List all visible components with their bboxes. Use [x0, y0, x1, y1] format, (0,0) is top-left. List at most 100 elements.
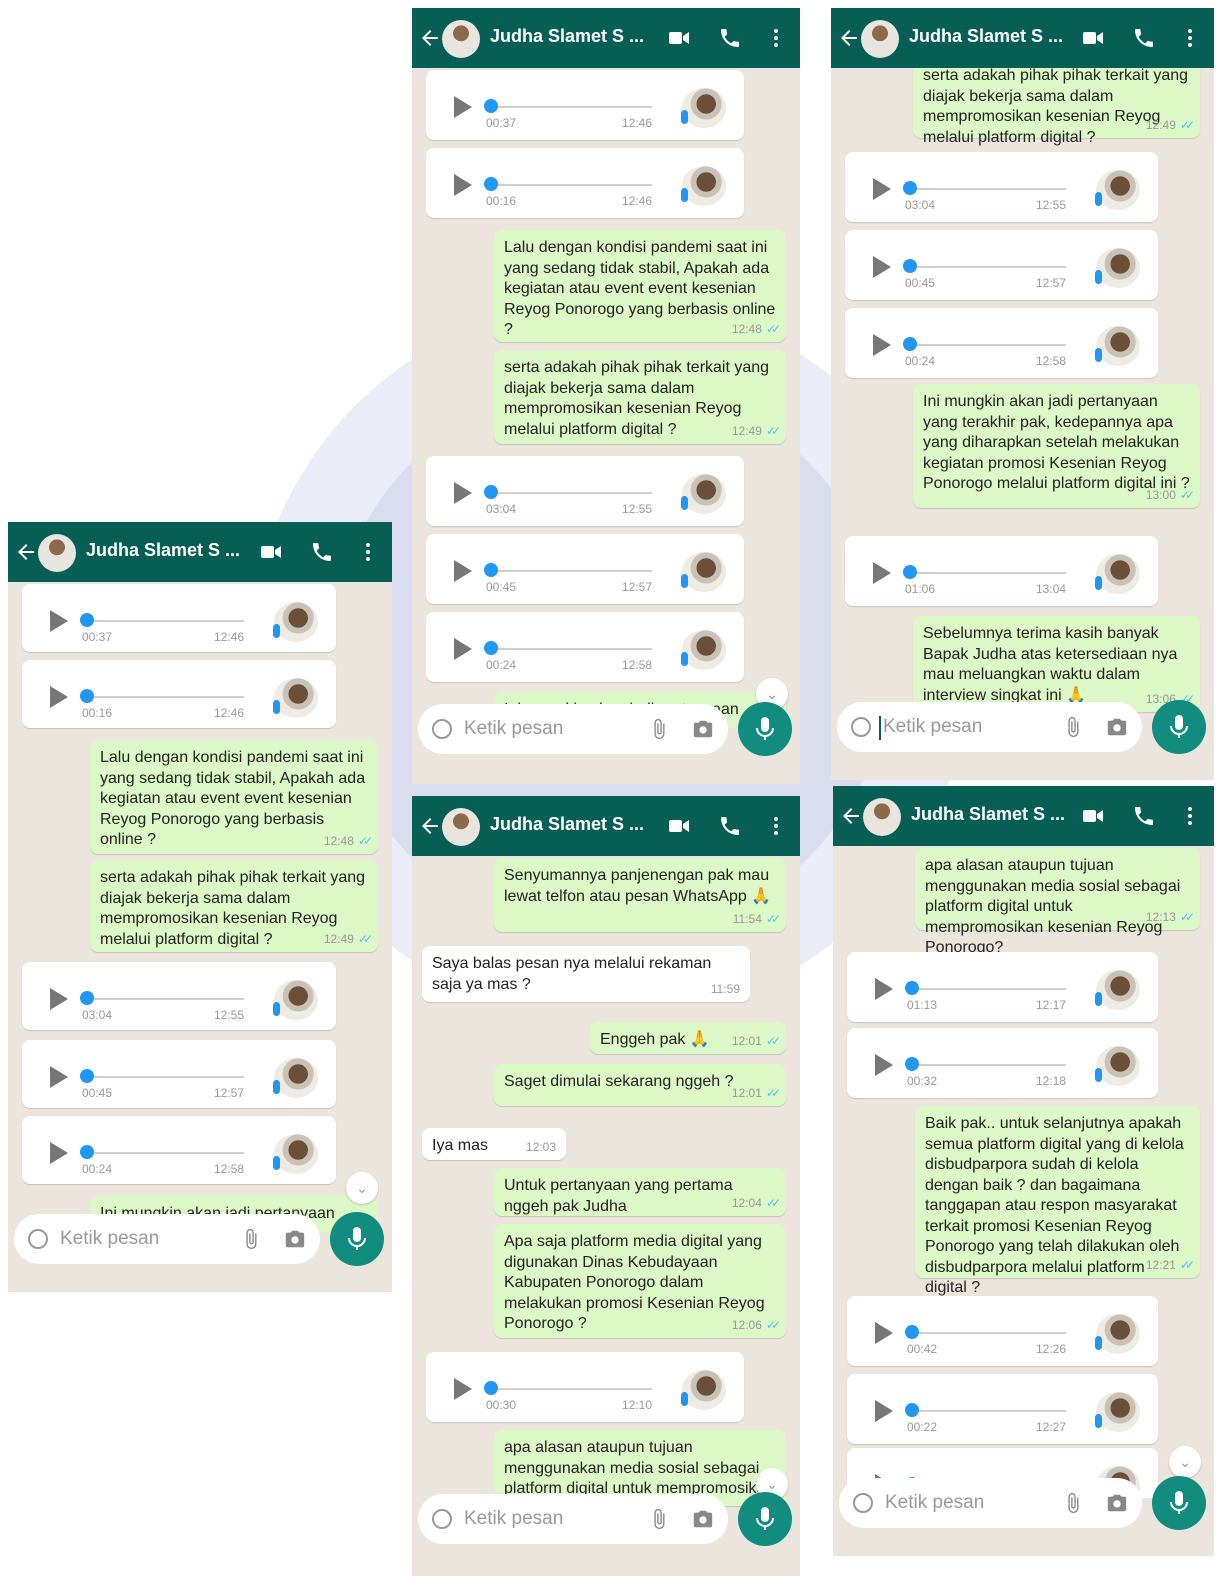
audio-seek-handle[interactable] — [484, 1381, 498, 1395]
attach-icon[interactable] — [648, 1508, 670, 1535]
outgoing-message[interactable]: serta adakah pihak pihak terkait yang di… — [913, 68, 1200, 146]
incoming-message[interactable]: Saya balas pesan nya melalui rekaman saj… — [422, 946, 750, 1002]
audio-track[interactable] — [491, 106, 652, 108]
audio-track[interactable] — [912, 1064, 1066, 1066]
contact-name[interactable]: Judha Slamet S ... — [490, 814, 644, 835]
play-icon[interactable] — [873, 334, 891, 356]
audio-track[interactable] — [491, 1388, 652, 1390]
play-icon[interactable] — [50, 610, 68, 632]
voice-record-button[interactable] — [738, 702, 792, 756]
message-input-placeholder[interactable]: Ketik pesan — [885, 1492, 984, 1514]
outgoing-message[interactable]: Saget dimulai sekarang nggeh ? 12:01 ✓✓ — [494, 1064, 786, 1106]
audio-track[interactable] — [87, 696, 244, 698]
contact-avatar[interactable] — [863, 798, 901, 836]
audio-seek-handle[interactable] — [80, 689, 94, 703]
audio-track[interactable] — [910, 344, 1066, 346]
audio-seek-handle[interactable] — [903, 565, 917, 579]
audio-track[interactable] — [912, 988, 1066, 990]
play-icon[interactable] — [454, 96, 472, 118]
voice-record-button[interactable] — [330, 1212, 384, 1266]
play-icon[interactable] — [873, 178, 891, 200]
audio-seek-handle[interactable] — [905, 981, 919, 995]
more-vert-icon[interactable] — [1178, 26, 1202, 55]
video-call-icon[interactable] — [1080, 26, 1106, 55]
message-input-bar[interactable]: Ketik pesan — [14, 1214, 320, 1264]
message-input-bar[interactable]: Ketik pesan — [837, 702, 1142, 752]
message-input-placeholder[interactable]: Ketik pesan — [883, 716, 982, 738]
audio-track[interactable] — [87, 620, 244, 622]
camera-icon[interactable] — [284, 1228, 306, 1255]
play-icon[interactable] — [454, 638, 472, 660]
camera-icon[interactable] — [692, 1508, 714, 1535]
outgoing-message[interactable]: Enggeh pak 🙏 12:01 ✓✓ — [590, 1022, 786, 1054]
play-icon[interactable] — [875, 1054, 893, 1076]
chevron-down-icon[interactable]: ⌄ — [346, 1172, 378, 1204]
video-call-icon[interactable] — [666, 26, 692, 55]
attach-icon[interactable] — [240, 1228, 262, 1255]
outgoing-message[interactable]: Sebelumnya terima kasih banyak Bapak Jud… — [913, 616, 1200, 712]
audio-track[interactable] — [491, 648, 652, 650]
audio-seek-handle[interactable] — [80, 1145, 94, 1159]
more-vert-icon[interactable] — [764, 814, 788, 843]
audio-track[interactable] — [87, 998, 244, 1000]
audio-seek-handle[interactable] — [484, 99, 498, 113]
play-icon[interactable] — [454, 1378, 472, 1400]
play-icon[interactable] — [875, 1322, 893, 1344]
more-vert-icon[interactable] — [764, 26, 788, 55]
message-input-placeholder[interactable]: Ketik pesan — [60, 1228, 159, 1250]
audio-seek-handle[interactable] — [903, 181, 917, 195]
audio-track[interactable] — [491, 570, 652, 572]
emoji-icon[interactable] — [851, 717, 871, 737]
play-icon[interactable] — [50, 686, 68, 708]
outgoing-message[interactable]: serta adakah pihak pihak terkait yang di… — [494, 350, 786, 444]
attach-icon[interactable] — [1062, 1492, 1084, 1519]
outgoing-message[interactable]: Ini mungkin akan jadi pertanyaan yang te… — [913, 384, 1200, 508]
message-input-bar[interactable]: Ketik pesan — [839, 1478, 1142, 1528]
phone-icon[interactable] — [310, 540, 334, 569]
camera-icon[interactable] — [1106, 1492, 1128, 1519]
audio-seek-handle[interactable] — [484, 641, 498, 655]
emoji-icon[interactable] — [853, 1493, 873, 1513]
back-arrow-icon[interactable] — [837, 26, 861, 55]
back-arrow-icon[interactable] — [839, 804, 863, 833]
outgoing-message[interactable]: Lalu dengan kondisi pandemi saat ini yan… — [494, 230, 786, 342]
outgoing-message[interactable]: apa alasan ataupun tujuan menggunakan me… — [915, 848, 1200, 956]
phone-icon[interactable] — [1132, 26, 1156, 55]
camera-icon[interactable] — [692, 718, 714, 745]
audio-seek-handle[interactable] — [484, 563, 498, 577]
contact-avatar[interactable] — [861, 20, 899, 58]
play-icon[interactable] — [454, 560, 472, 582]
video-call-icon[interactable] — [666, 814, 692, 843]
incoming-message[interactable]: Iya mas 12:03 — [422, 1128, 566, 1160]
message-input-placeholder[interactable]: Ketik pesan — [464, 1508, 563, 1530]
audio-seek-handle[interactable] — [903, 337, 917, 351]
outgoing-message[interactable]: Lalu dengan kondisi pandemi saat ini yan… — [90, 740, 378, 854]
audio-seek-handle[interactable] — [905, 1057, 919, 1071]
play-icon[interactable] — [454, 174, 472, 196]
more-vert-icon[interactable] — [1178, 804, 1202, 833]
message-input-bar[interactable]: Ketik pesan — [418, 704, 728, 754]
emoji-icon[interactable] — [432, 719, 452, 739]
more-vert-icon[interactable] — [356, 540, 380, 569]
audio-track[interactable] — [491, 184, 652, 186]
play-icon[interactable] — [873, 256, 891, 278]
audio-track[interactable] — [87, 1152, 244, 1154]
audio-seek-handle[interactable] — [80, 613, 94, 627]
voice-record-button[interactable] — [1152, 700, 1206, 754]
outgoing-message[interactable]: serta adakah pihak pihak terkait yang di… — [90, 860, 378, 952]
contact-avatar[interactable] — [38, 534, 76, 572]
voice-record-button[interactable] — [1152, 1476, 1206, 1530]
contact-name[interactable]: Judha Slamet S ... — [911, 804, 1065, 825]
audio-track[interactable] — [87, 1076, 244, 1078]
play-icon[interactable] — [454, 482, 472, 504]
contact-name[interactable]: Judha Slamet S ... — [86, 540, 240, 561]
audio-track[interactable] — [910, 266, 1066, 268]
back-arrow-icon[interactable] — [418, 26, 442, 55]
video-call-icon[interactable] — [258, 540, 284, 569]
audio-seek-handle[interactable] — [80, 991, 94, 1005]
audio-seek-handle[interactable] — [484, 485, 498, 499]
back-arrow-icon[interactable] — [418, 814, 442, 843]
chevron-down-icon[interactable]: ⌄ — [1169, 1446, 1201, 1478]
outgoing-message[interactable]: Senyumannya panjenengan pak mau lewat te… — [494, 858, 786, 932]
audio-seek-handle[interactable] — [905, 1325, 919, 1339]
